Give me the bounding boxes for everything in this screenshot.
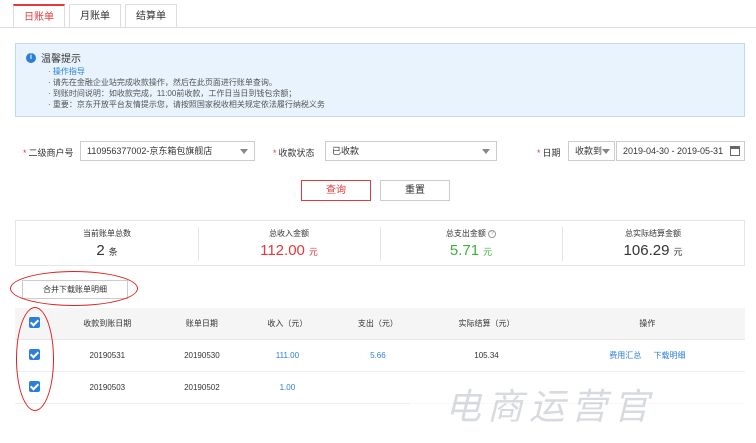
select-all-header[interactable] (15, 308, 53, 340)
status-value: 已收款 (332, 146, 360, 156)
summary-value: 5.71 (449, 242, 480, 259)
bill-date-cell: 20190502 (161, 371, 243, 404)
query-button[interactable]: 查询 (301, 180, 371, 201)
row-select[interactable] (15, 339, 53, 372)
summary-value: 2 (96, 242, 105, 259)
summary-label: 总支出金额 (445, 229, 486, 238)
row-checkbox[interactable] (28, 380, 40, 392)
summary-expense: 总支出金额 ? 5.71 元 (380, 221, 562, 265)
merchant-label: * 二级商户号 (23, 148, 74, 158)
reset-button[interactable]: 重置 (380, 180, 450, 201)
pay-date-cell: 20190503 (53, 371, 162, 404)
expense-cell: 5.66 (332, 339, 424, 372)
column-header: 收入（元） (242, 308, 333, 340)
fee-summary-link[interactable]: 费用汇总 (609, 351, 641, 360)
summary-unit: 元 (308, 247, 318, 257)
notice-title: 温馨提示 (41, 54, 81, 65)
tab-daily-bill[interactable]: 日账单 (13, 4, 65, 28)
income-cell: 111.00 (242, 339, 333, 372)
column-header: 实际结算（元） (423, 308, 550, 340)
operation-cell: 费用汇总 下载明细 (549, 339, 745, 372)
chevron-down-icon (602, 149, 610, 154)
summary-unit: 条 (108, 247, 118, 257)
date-label: * 日期 (537, 148, 561, 158)
watermark: 电商运营官 (445, 387, 656, 428)
summary-value: 112.00 (260, 242, 305, 259)
summary-unit: 元 (483, 247, 493, 257)
pay-date-cell: 20190531 (53, 339, 162, 372)
status-label: * 收款状态 (273, 148, 315, 158)
column-header: 支出（元） (332, 308, 424, 340)
summary-unit: 元 (673, 247, 683, 257)
table-row: 20190531 20190530 111.00 5.66 105.34 费用汇… (15, 339, 745, 372)
column-header: 操作 (549, 308, 745, 340)
date-range-value: 2019-04-30 - 2019-05-31 (623, 146, 724, 156)
summary-settlement: 总实际结算金额 106.29 元 (562, 221, 744, 265)
notice-list: 操作指导 请先在金融企业站完成收款操作，然后在此页面进行账单查询。 到账时间说明… (48, 66, 734, 110)
summary-count: 当前账单总数 2条 (16, 221, 198, 265)
row-checkbox[interactable] (28, 348, 40, 360)
date-type-value: 收款到 (575, 146, 603, 156)
income-cell: 1.00 (242, 371, 333, 404)
settle-cell: 105.34 (423, 339, 550, 372)
summary-income: 总收入金额 112.00 元 (198, 221, 380, 265)
notice-box: i 温馨提示 操作指导 请先在金融企业站完成收款操作，然后在此页面进行账单查询。… (15, 43, 745, 117)
summary-label: 总收入金额 (269, 229, 309, 238)
tab-monthly-bill[interactable]: 月账单 (69, 4, 121, 28)
select-all-checkbox[interactable] (28, 316, 40, 328)
notice-item: 重要：京东开放平台友情提示您，请按照国家税收相关规定依法履行纳税义务 (48, 99, 734, 110)
summary-label: 总实际结算金额 (625, 229, 681, 238)
merchant-value: 110956377002-京东箱包旗舰店 (87, 146, 213, 156)
row-select[interactable] (15, 371, 53, 404)
tab-bar: 日账单 月账单 结算单 (13, 4, 181, 28)
notice-item: 到账时间说明：如收款完成，11:00前收款，工作日当日到钱包余额； (48, 88, 734, 99)
column-header: 收款到账日期 (53, 308, 162, 340)
column-header: 账单日期 (161, 308, 243, 340)
status-select[interactable]: 已收款 (325, 141, 497, 161)
table-header-row: 收款到账日期 账单日期 收入（元） 支出（元） 实际结算（元） 操作 (15, 308, 745, 340)
info-icon: i (26, 52, 36, 63)
help-icon[interactable]: ? (488, 229, 497, 238)
tab-settlement[interactable]: 结算单 (125, 4, 177, 28)
calendar-icon[interactable] (730, 146, 740, 156)
date-type-select[interactable]: 收款到 (568, 141, 615, 161)
summary-value: 106.29 (623, 242, 670, 259)
bill-date-cell: 20190530 (161, 339, 243, 372)
notice-item: 请先在金融企业站完成收款操作，然后在此页面进行账单查询。 (48, 77, 734, 88)
date-range-picker[interactable]: 2019-04-30 - 2019-05-31 (616, 141, 745, 161)
merge-download-button[interactable]: 合并下载账单明细 (22, 280, 128, 299)
notice-title-row: i 温馨提示 (26, 50, 734, 65)
chevron-down-icon (240, 149, 248, 154)
merchant-select[interactable]: 110956377002-京东箱包旗舰店 (80, 141, 255, 161)
filter-bar: * 二级商户号 110956377002-京东箱包旗舰店 * 收款状态 已收款 * 日… (15, 141, 745, 163)
guide-link[interactable]: 操作指导 (48, 66, 734, 77)
tab-divider (0, 27, 756, 28)
summary-panel: 当前账单总数 2条 总收入金额 112.00 元 总支出金额 ? 5.71 元 总实… (15, 220, 745, 266)
download-detail-link[interactable]: 下载明细 (654, 351, 686, 360)
summary-label: 当前账单总数 (83, 229, 131, 238)
chevron-down-icon (482, 149, 490, 154)
